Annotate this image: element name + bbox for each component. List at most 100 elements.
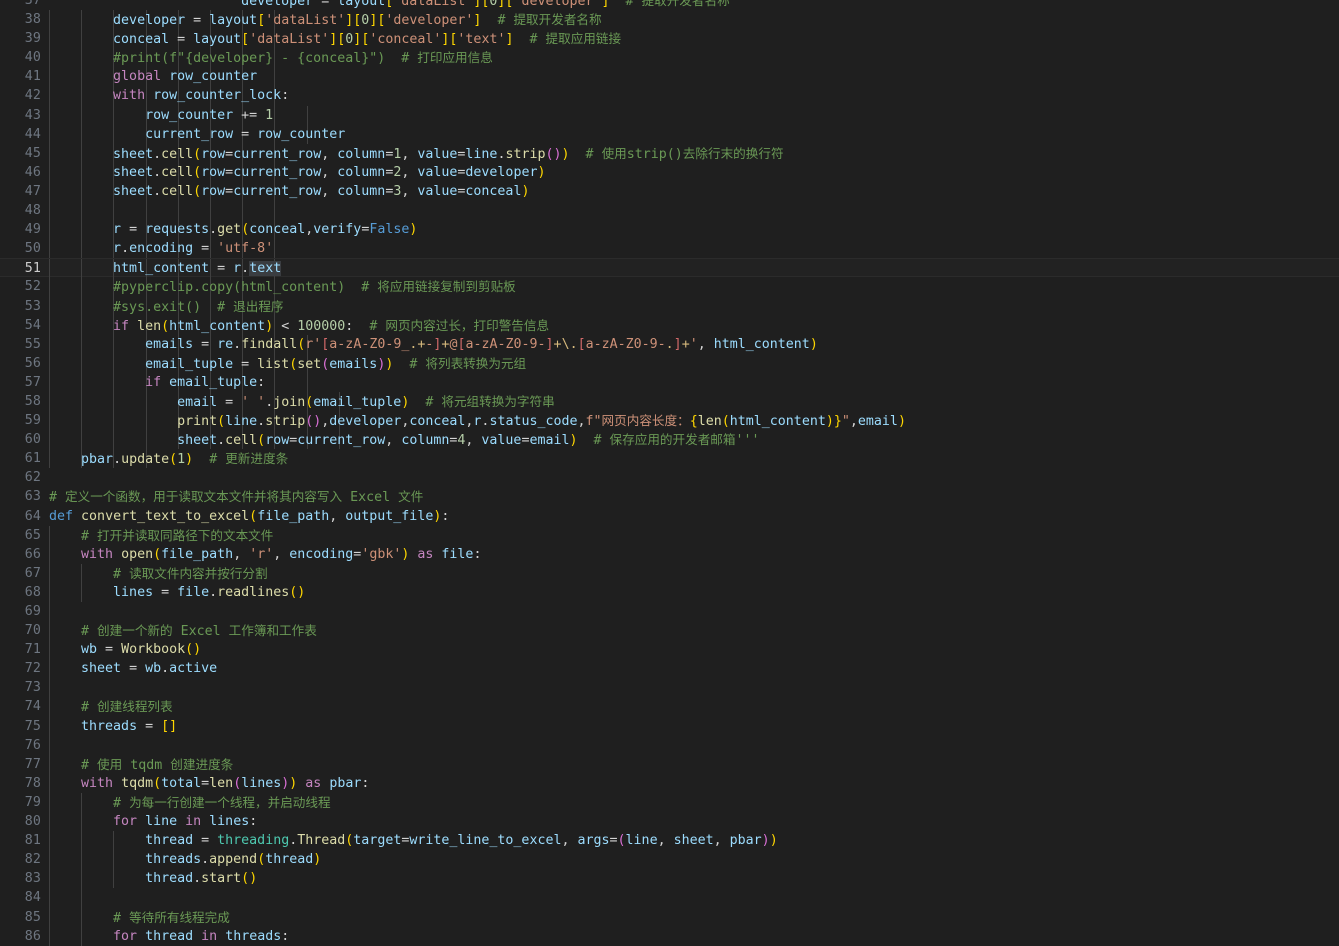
code-line[interactable]: 86 for thread in threads: — [0, 926, 1339, 946]
code-line[interactable]: 61 pbar.update(1) # 更新进度条 — [0, 449, 1339, 469]
code-editor[interactable]: 37 developer = layout['dataList'][0]['de… — [0, 0, 1339, 946]
code-text[interactable]: current_row = row_counter — [49, 125, 345, 144]
code-text[interactable]: thread = threading.Thread(target=write_l… — [49, 831, 778, 850]
code-line[interactable]: 53 #sys.exit() # 退出程序 — [0, 296, 1339, 317]
code-line[interactable]: 73 — [0, 678, 1339, 698]
code-text[interactable]: threads.append(thread) — [49, 850, 321, 869]
line-number[interactable]: 46 — [0, 163, 41, 182]
line-number[interactable]: 71 — [0, 640, 41, 659]
code-text[interactable]: with row_counter_lock: — [49, 86, 289, 105]
line-number[interactable]: 55 — [0, 335, 41, 354]
line-number[interactable]: 84 — [0, 888, 41, 907]
code-line[interactable]: 38 developer = layout['dataList'][0]['de… — [0, 10, 1339, 30]
code-text[interactable]: row_counter += 1 — [49, 106, 273, 125]
code-line[interactable]: 39 conceal = layout['dataList'][0]['conc… — [0, 29, 1339, 49]
line-number[interactable]: 37 — [0, 0, 41, 10]
code-text[interactable]: threads = [] — [49, 717, 177, 736]
line-number[interactable]: 66 — [0, 545, 41, 564]
code-text[interactable]: #print(f"{developer} - {conceal}") # 打印应… — [49, 48, 493, 68]
code-text[interactable]: r = requests.get(conceal,verify=False) — [49, 220, 417, 239]
code-text[interactable]: if len(html_content) < 100000: # 网页内容过长，… — [49, 316, 549, 336]
line-number[interactable]: 47 — [0, 182, 41, 201]
line-number[interactable]: 85 — [0, 908, 41, 927]
code-text[interactable]: sheet.cell(row=current_row, column=4, va… — [49, 430, 759, 450]
line-number[interactable]: 56 — [0, 354, 41, 373]
line-number[interactable]: 57 — [0, 373, 41, 392]
code-text[interactable]: # 等待所有线程完成 — [49, 908, 230, 928]
code-text[interactable]: #sys.exit() # 退出程序 — [49, 297, 283, 317]
code-line[interactable]: 70 # 创建一个新的 Excel 工作簿和工作表 — [0, 621, 1339, 641]
code-text[interactable]: sheet.cell(row=current_row, column=1, va… — [49, 144, 784, 164]
code-line[interactable]: 72 sheet = wb.active — [0, 659, 1339, 679]
line-number[interactable]: 65 — [0, 526, 41, 545]
line-number[interactable]: 60 — [0, 430, 41, 449]
line-number[interactable]: 59 — [0, 411, 41, 430]
line-number[interactable]: 64 — [0, 507, 41, 526]
line-number[interactable]: 39 — [0, 29, 41, 48]
code-text[interactable]: # 创建线程列表 — [49, 697, 173, 717]
line-number[interactable]: 62 — [0, 468, 41, 487]
code-text[interactable]: # 为每一行创建一个线程，并启动线程 — [49, 793, 331, 813]
code-line[interactable]: 81 thread = threading.Thread(target=writ… — [0, 831, 1339, 851]
line-number[interactable]: 73 — [0, 678, 41, 697]
code-line[interactable]: 63 # 定义一个函数，用于读取文本文件并将其内容写入 Excel 文件 — [0, 487, 1339, 506]
line-number[interactable]: 77 — [0, 755, 41, 774]
line-number[interactable]: 54 — [0, 316, 41, 335]
selected-text[interactable]: text — [249, 261, 282, 277]
code-text[interactable]: email_tuple = list(set(emails)) # 将列表转换为… — [49, 354, 526, 374]
code-text[interactable]: with open(file_path, 'r', encoding='gbk'… — [49, 545, 481, 564]
code-line[interactable]: 82 threads.append(thread) — [0, 850, 1339, 870]
line-number[interactable]: 43 — [0, 106, 41, 125]
code-line[interactable]: 69 — [0, 602, 1339, 622]
code-line[interactable]: 80 for line in lines: — [0, 812, 1339, 832]
line-number[interactable]: 82 — [0, 850, 41, 869]
code-line[interactable]: 52 #pyperclip.copy(html_content) # 将应用链接… — [0, 277, 1339, 297]
line-number[interactable]: 44 — [0, 125, 41, 144]
code-text[interactable]: # 打开并读取同路径下的文本文件 — [49, 526, 273, 546]
line-number[interactable]: 67 — [0, 564, 41, 583]
code-line[interactable]: 74 # 创建线程列表 — [0, 697, 1339, 717]
code-line[interactable]: 65 # 打开并读取同路径下的文本文件 — [0, 525, 1339, 546]
line-number[interactable]: 78 — [0, 774, 41, 793]
line-number[interactable]: 48 — [0, 201, 41, 220]
line-number[interactable]: 41 — [0, 67, 41, 86]
line-number[interactable]: 75 — [0, 717, 41, 736]
code-text[interactable]: wb = Workbook() — [49, 640, 201, 659]
code-line[interactable]: 51 html_content = r.text — [0, 258, 1339, 279]
code-text[interactable]: conceal = layout['dataList'][0]['conceal… — [49, 29, 621, 49]
line-number[interactable]: 45 — [0, 144, 41, 163]
code-text[interactable]: html_content = r.text — [49, 259, 282, 278]
code-line[interactable]: 60 sheet.cell(row=current_row, column=4,… — [0, 430, 1339, 450]
code-line[interactable]: 62 — [0, 468, 1339, 487]
code-text[interactable]: emails = re.findall(r'[a-zA-Z0-9_.+-]+@[… — [49, 335, 818, 354]
code-line[interactable]: 55 emails = re.findall(r'[a-zA-Z0-9_.+-]… — [0, 334, 1339, 354]
code-text[interactable]: if email_tuple: — [49, 373, 265, 392]
line-number[interactable]: 63 — [0, 487, 41, 506]
line-number[interactable]: 81 — [0, 831, 41, 850]
code-line[interactable]: 45 sheet.cell(row=current_row, column=1,… — [0, 143, 1339, 164]
code-text[interactable]: for line in lines: — [49, 812, 257, 831]
code-text[interactable]: # 使用 tqdm 创建进度条 — [49, 755, 233, 775]
line-number[interactable]: 80 — [0, 812, 41, 831]
code-line[interactable]: 37 developer = layout['dataList'][0]['de… — [0, 0, 1339, 10]
code-line[interactable]: 54 if len(html_content) < 100000: # 网页内容… — [0, 315, 1339, 336]
line-number[interactable]: 86 — [0, 927, 41, 946]
line-number[interactable]: 83 — [0, 869, 41, 888]
code-text[interactable]: email = ' '.join(email_tuple) # 将元组转换为字符… — [49, 392, 555, 412]
code-line[interactable]: 79 # 为每一行创建一个线程，并启动线程 — [0, 792, 1339, 813]
line-number[interactable]: 70 — [0, 621, 41, 640]
code-line[interactable]: 46 sheet.cell(row=current_row, column=2,… — [0, 162, 1339, 182]
code-line[interactable]: 85 # 等待所有线程完成 — [0, 907, 1339, 928]
code-text[interactable]: pbar.update(1) # 更新进度条 — [49, 449, 288, 469]
line-number[interactable]: 42 — [0, 86, 41, 105]
code-text[interactable]: developer = layout['dataList'][0]['devel… — [49, 10, 602, 30]
code-text[interactable]: print(line.strip(),developer,conceal,r.s… — [49, 411, 906, 431]
code-text[interactable]: global row_counter — [49, 67, 257, 86]
code-line[interactable]: 75 threads = [] — [0, 716, 1339, 736]
code-line[interactable]: 49 r = requests.get(conceal,verify=False… — [0, 220, 1339, 240]
code-line[interactable]: 44 current_row = row_counter — [0, 124, 1339, 144]
line-number[interactable]: 79 — [0, 793, 41, 812]
line-number[interactable]: 51 — [0, 259, 41, 278]
code-line[interactable]: 76 — [0, 735, 1339, 755]
code-line[interactable]: 57 if email_tuple: — [0, 372, 1339, 392]
